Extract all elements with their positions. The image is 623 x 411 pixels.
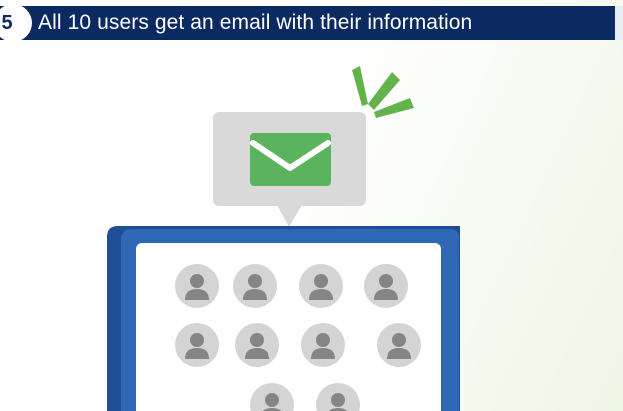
device-screen [107,226,460,411]
user-avatar-icon [364,264,408,308]
user-avatar-icon [301,323,345,367]
user-avatar-icon [233,264,277,308]
notification-burst-icon [352,66,414,118]
user-avatar-icon [175,264,219,308]
user-avatar-icon [235,323,279,367]
email-envelope-icon [250,133,331,186]
user-avatar-icon [175,323,219,367]
user-avatar-icon [377,323,421,367]
user-avatar-icon [299,264,343,308]
email-notification-illustration [107,66,460,411]
